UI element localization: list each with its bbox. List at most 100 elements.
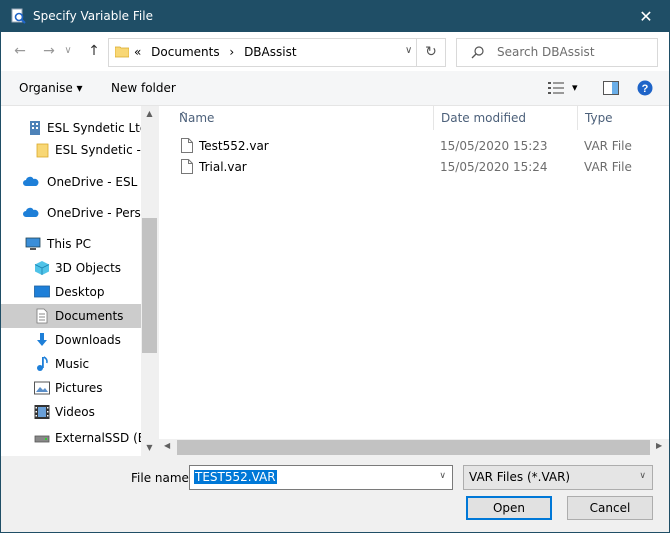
sidebar-item-label: Pictures (55, 381, 103, 395)
sidebar-item-downloads[interactable]: Downloads (1, 328, 141, 352)
column-label: Type (585, 111, 613, 125)
back-arrow-icon[interactable]: ← (9, 41, 31, 61)
breadcrumb-separator[interactable]: › (229, 45, 234, 59)
sidebar-item-label: OneDrive - ESL Sy (47, 175, 141, 189)
scroll-down-icon[interactable]: ▼ (141, 443, 158, 452)
help-icon[interactable]: ? (637, 80, 653, 96)
file-name-input[interactable]: TEST552.VAR ∨ (189, 465, 453, 490)
music-icon (37, 356, 48, 371)
document-icon (36, 308, 48, 324)
download-icon (37, 333, 47, 346)
scroll-up-icon[interactable]: ▲ (141, 109, 158, 118)
building-icon (30, 121, 40, 135)
window-title: Specify Variable File (33, 9, 153, 23)
sidebar-item-label: ESL Syndetic - ES (55, 143, 141, 157)
sidebar-item-pictures[interactable]: Pictures (1, 376, 141, 400)
sidebar-item-onedrive-esl[interactable]: OneDrive - ESL Sy (1, 170, 141, 194)
column-header-date[interactable]: Date modified (433, 106, 578, 130)
up-arrow-icon[interactable]: ↑ (83, 41, 105, 61)
file-date: 15/05/2020 15:23 (440, 139, 548, 153)
command-bar: Organise ▾ New folder ▾ ? (1, 71, 669, 106)
computer-icon (25, 237, 41, 250)
svg-text:?: ? (642, 83, 649, 95)
sidebar-item-onedrive-personal[interactable]: OneDrive - Persor (1, 201, 141, 225)
cloud-icon (23, 176, 39, 186)
sidebar-item-esl-syndetic-ltd[interactable]: ESL Syndetic Ltd (1, 116, 141, 140)
sidebar-item-documents[interactable]: Documents (1, 304, 141, 328)
sidebar-item-desktop[interactable]: Desktop (1, 280, 141, 304)
sidebar-item-label: ESL Syndetic Ltd (47, 121, 141, 135)
file-date: 15/05/2020 15:24 (440, 160, 548, 174)
sort-ascending-icon: ^ (179, 111, 188, 122)
horizontal-scrollbar[interactable]: ◀ ▶ (159, 439, 669, 456)
file-row[interactable]: Trial.var 15/05/2020 15:24 VAR File (159, 157, 669, 178)
sidebar-item-esl-syndetic-folder[interactable]: ESL Syndetic - ES (1, 138, 141, 162)
forward-arrow-icon[interactable]: → (38, 41, 60, 61)
file-name-label: File name: (131, 471, 193, 485)
folder-icon (115, 46, 129, 58)
videos-icon (34, 405, 50, 419)
scroll-left-icon[interactable]: ◀ (164, 441, 170, 450)
sidebar-item-label: 3D Objects (55, 261, 122, 275)
sidebar-item-this-pc[interactable]: This PC (1, 232, 141, 256)
sidebar-item-label: Downloads (55, 333, 121, 347)
search-placeholder: Search DBAssist (497, 45, 595, 59)
sidebar-item-label: OneDrive - Persor (47, 206, 141, 220)
close-button[interactable]: ✕ (623, 1, 669, 32)
navigation-bar: ← → ∨ ↑ « Documents › DBAssist ∨ ↻ Searc… (1, 32, 669, 71)
search-icon (471, 46, 484, 59)
view-dropdown-icon[interactable]: ▾ (572, 81, 578, 94)
breadcrumb-dbassist[interactable]: DBAssist (244, 45, 296, 59)
sidebar-item-label: Music (55, 357, 90, 371)
cancel-button[interactable]: Cancel (567, 496, 653, 520)
breadcrumb-overflow[interactable]: « (134, 45, 141, 59)
sidebar-item-label: Videos (55, 405, 95, 419)
address-bar[interactable]: « Documents › DBAssist ∨ ↻ (108, 38, 446, 67)
breadcrumb: « Documents › DBAssist (134, 45, 303, 59)
sidebar-scrollbar[interactable]: ▲ ▼ (141, 106, 158, 456)
sidebar-item-label: ExternalSSD (B:) (55, 431, 141, 445)
preview-pane-icon[interactable] (603, 81, 619, 95)
file-list: Name ^ Date modified Type Test552.var 15… (159, 106, 669, 456)
column-header-name[interactable]: Name ^ (171, 106, 434, 130)
sidebar-item-label: This PC (47, 237, 91, 251)
file-name-dropdown-icon[interactable]: ∨ (439, 471, 446, 481)
sidebar-item-music[interactable]: Music (1, 352, 141, 376)
file-name: Test552.var (199, 139, 269, 153)
scrollbar-thumb[interactable] (177, 440, 650, 455)
pictures-icon (34, 381, 50, 395)
column-label: Date modified (441, 111, 527, 125)
refresh-icon[interactable]: ↻ (416, 39, 445, 66)
title-bar: Specify Variable File ✕ (1, 1, 669, 32)
view-options-icon[interactable] (548, 81, 564, 95)
address-dropdown-icon[interactable]: ∨ (405, 45, 412, 56)
file-type-select[interactable]: VAR Files (*.VAR) ∨ (463, 465, 653, 490)
sidebar-item-3d-objects[interactable]: 3D Objects (1, 256, 141, 280)
file-type: VAR File (584, 139, 632, 153)
search-box[interactable]: Search DBAssist (456, 38, 658, 67)
dialog-footer: File name: TEST552.VAR ∨ VAR Files (*.VA… (1, 456, 669, 532)
drive-icon (34, 435, 50, 443)
sidebar-item-label: Desktop (55, 285, 105, 299)
recent-locations-icon[interactable]: ∨ (61, 41, 75, 61)
scrollbar-thumb[interactable] (142, 218, 157, 353)
file-name-value[interactable]: TEST552.VAR (194, 470, 277, 484)
breadcrumb-documents[interactable]: Documents (151, 45, 219, 59)
file-row[interactable]: Test552.var 15/05/2020 15:23 VAR File (159, 136, 669, 157)
new-folder-button[interactable]: New folder (111, 81, 176, 95)
navigation-pane: ESL Syndetic Ltd ESL Syndetic - ES OneDr… (1, 106, 141, 456)
desktop-icon (34, 285, 50, 298)
file-icon (181, 159, 193, 174)
open-button[interactable]: Open (466, 496, 552, 520)
cube-icon (34, 261, 50, 275)
sidebar-item-videos[interactable]: Videos (1, 400, 141, 424)
scroll-right-icon[interactable]: ▶ (656, 441, 662, 450)
column-header-type[interactable]: Type (577, 106, 669, 130)
organise-button[interactable]: Organise ▾ (19, 81, 83, 95)
sidebar-item-label: Documents (55, 309, 124, 323)
file-type-dropdown-icon[interactable]: ∨ (639, 471, 646, 481)
file-dialog: Specify Variable File ✕ ← → ∨ ↑ « Docume… (0, 0, 670, 533)
sidebar-item-externalssd[interactable]: ExternalSSD (B:) (1, 426, 141, 450)
file-icon (181, 138, 193, 153)
file-type-value: VAR Files (*.VAR) (469, 470, 571, 484)
